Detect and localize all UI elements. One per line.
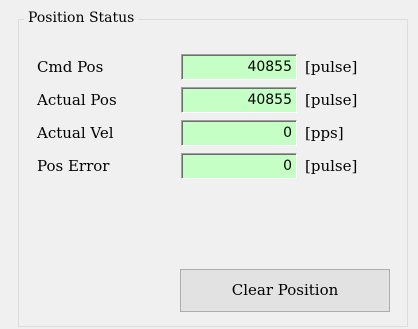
cmd-pos-unit: [pulse] (305, 58, 358, 76)
clear-position-button[interactable]: Clear Position (180, 269, 390, 312)
actual-vel-value-field: 0 (181, 120, 297, 146)
actual-pos-label: Actual Pos (37, 91, 117, 109)
pos-error-unit: [pulse] (305, 157, 358, 175)
cmd-pos-value-field: 40855 (181, 54, 297, 80)
cmd-pos-label: Cmd Pos (37, 58, 104, 76)
group-title: Position Status (24, 8, 139, 28)
pos-error-value-field: 0 (181, 153, 297, 179)
actual-vel-unit: [pps] (305, 124, 344, 142)
pos-error-label: Pos Error (37, 157, 110, 175)
actual-vel-label: Actual Vel (37, 124, 114, 142)
position-status-panel: Position Status Cmd Pos 40855 [pulse] Ac… (0, 0, 418, 329)
actual-pos-value-field: 40855 (181, 87, 297, 113)
actual-pos-unit: [pulse] (305, 91, 358, 109)
